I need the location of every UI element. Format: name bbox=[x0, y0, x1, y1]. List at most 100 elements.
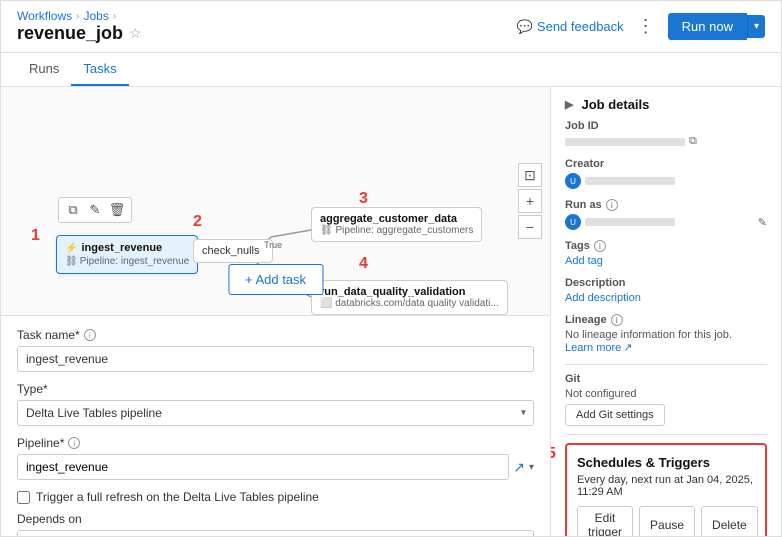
node-name: ingest_revenue bbox=[81, 242, 162, 254]
delete-task-icon[interactable]: 🗑 bbox=[108, 201, 126, 219]
add-git-settings-button[interactable]: Add Git settings bbox=[565, 404, 665, 426]
favorite-icon[interactable]: ☆ bbox=[129, 25, 142, 42]
breadcrumb-sep-2: › bbox=[113, 11, 116, 22]
git-not-configured-text: Not configured bbox=[565, 388, 767, 400]
task-name-label: Task name* i bbox=[17, 328, 534, 342]
description-item: Description Add description bbox=[565, 277, 767, 304]
right-panel: ▶ Job details Job ID ⧉ Creator U R bbox=[551, 87, 781, 536]
schedules-section: Schedules & Triggers Every day, next run… bbox=[565, 443, 767, 536]
schedules-title: Schedules & Triggers bbox=[577, 455, 755, 470]
job-id-label: Job ID bbox=[565, 120, 767, 132]
node-number-3: 3 bbox=[359, 190, 368, 208]
creator-avatar: U bbox=[565, 173, 581, 189]
depends-on-select[interactable]: Select task dependencies... bbox=[17, 530, 534, 536]
add-tag-button[interactable]: Add tag bbox=[565, 255, 603, 267]
learn-more-link[interactable]: Learn more ↗ bbox=[565, 341, 767, 354]
job-details-title: ▶ Job details bbox=[565, 97, 767, 112]
job-id-item: Job ID ⧉ bbox=[565, 120, 767, 148]
description-label: Description bbox=[565, 277, 767, 289]
pipeline-icon: ⚡ bbox=[65, 243, 77, 254]
run-now-group: Run now ▾ bbox=[668, 13, 765, 40]
lineage-text: No lineage information for this job. bbox=[565, 329, 767, 341]
run-now-dropdown-button[interactable]: ▾ bbox=[747, 15, 765, 38]
depends-on-label: Depends on bbox=[17, 512, 534, 526]
full-refresh-checkbox[interactable] bbox=[17, 491, 30, 504]
divider-1 bbox=[565, 364, 767, 365]
creator-name-bar bbox=[585, 177, 675, 185]
task-node-aggregate[interactable]: aggregate_customer_data ⛓ Pipeline: aggr… bbox=[311, 207, 482, 242]
tags-label: Tags i bbox=[565, 240, 767, 252]
more-options-button[interactable]: ⋮ bbox=[632, 13, 660, 41]
job-id-bar bbox=[565, 138, 685, 146]
schedules-text: Every day, next run at Jan 04, 2025, 11:… bbox=[577, 474, 755, 498]
task-name-input[interactable] bbox=[17, 346, 534, 372]
send-feedback-button[interactable]: 💬 Send feedback bbox=[517, 19, 624, 35]
node-name: run_data_quality_validation bbox=[320, 286, 499, 298]
run-as-name-bar bbox=[585, 218, 675, 226]
task-node-run-data-quality[interactable]: run_data_quality_validation ⬜ databricks… bbox=[311, 280, 508, 315]
task-name-info-icon[interactable]: i bbox=[84, 329, 96, 341]
add-description-button[interactable]: Add description bbox=[565, 292, 641, 304]
feedback-icon: 💬 bbox=[517, 19, 533, 35]
tags-info-icon[interactable]: i bbox=[594, 240, 606, 252]
node-sublabel: ⬜ databricks.com/data quality validati..… bbox=[320, 298, 499, 309]
edit-task-icon[interactable]: ✎ bbox=[86, 201, 104, 219]
type-select-wrap: Delta Live Tables pipeline ▾ bbox=[17, 400, 534, 426]
add-task-button[interactable]: + Add task bbox=[228, 264, 323, 295]
run-as-info-icon[interactable]: i bbox=[606, 199, 618, 211]
copy-job-id-icon[interactable]: ⧉ bbox=[689, 135, 697, 148]
breadcrumb-workflows[interactable]: Workflows bbox=[17, 9, 72, 23]
node-name: aggregate_customer_data bbox=[320, 213, 473, 225]
run-as-label: Run as i bbox=[565, 199, 767, 211]
edit-trigger-button[interactable]: Edit trigger bbox=[577, 506, 633, 536]
pipeline-link-icon[interactable]: ↗ bbox=[513, 459, 525, 476]
sublabel-icon: ⛓ bbox=[65, 256, 78, 267]
creator-item: Creator U bbox=[565, 158, 767, 189]
copy-task-icon[interactable]: ⧉ bbox=[64, 201, 82, 219]
checkbox-label: Trigger a full refresh on the Delta Live… bbox=[36, 490, 319, 504]
external-link-icon: ↗ bbox=[623, 341, 632, 354]
node-number-5: 5 bbox=[551, 445, 556, 463]
checkbox-row: Trigger a full refresh on the Delta Live… bbox=[17, 490, 534, 504]
tab-runs[interactable]: Runs bbox=[17, 53, 71, 86]
pipeline-input[interactable] bbox=[17, 454, 509, 480]
tabs-bar: Runs Tasks bbox=[1, 53, 781, 87]
pipeline-dropdown-icon[interactable]: ▾ bbox=[529, 462, 534, 473]
section-toggle-icon[interactable]: ▶ bbox=[565, 98, 573, 111]
breadcrumb-jobs[interactable]: Jobs bbox=[83, 9, 108, 23]
tab-tasks[interactable]: Tasks bbox=[71, 53, 128, 86]
node-sublabel: ⛓ Pipeline: ingest_revenue bbox=[65, 256, 189, 267]
lineage-label: Lineage i bbox=[565, 314, 767, 326]
sublabel-icon: ⛓ bbox=[320, 225, 333, 236]
tags-item: Tags i Add tag bbox=[565, 240, 767, 267]
node-toolbar: ⧉ ✎ 🗑 bbox=[58, 197, 132, 223]
pipeline-info-icon[interactable]: i bbox=[68, 437, 80, 449]
run-as-value: U ✎ bbox=[565, 214, 767, 230]
node-name: check_nulls bbox=[202, 245, 264, 257]
creator-label: Creator bbox=[565, 158, 767, 170]
breadcrumb-sep-1: › bbox=[76, 11, 79, 22]
zoom-fit-button[interactable]: ⊡ bbox=[518, 163, 542, 187]
type-label: Type* bbox=[17, 382, 534, 396]
node-number-4: 4 bbox=[359, 255, 368, 273]
run-as-edit-icon[interactable]: ✎ bbox=[758, 216, 767, 229]
task-node-check-nulls[interactable]: check_nulls bbox=[193, 239, 273, 263]
tags-value: Add tag bbox=[565, 255, 767, 267]
task-node-ingest-revenue[interactable]: ⚡ ingest_revenue ⛓ Pipeline: ingest_reve… bbox=[56, 235, 198, 274]
canvas-controls: ⊡ + − bbox=[518, 163, 542, 239]
description-value: Add description bbox=[565, 292, 767, 304]
delete-schedule-button[interactable]: Delete bbox=[701, 506, 758, 536]
type-select[interactable]: Delta Live Tables pipeline bbox=[17, 400, 534, 426]
pause-button[interactable]: Pause bbox=[639, 506, 695, 536]
lineage-info-icon[interactable]: i bbox=[611, 314, 623, 326]
creator-value: U bbox=[565, 173, 767, 189]
task-canvas: ⧉ ✎ 🗑 ⚡ ingest_revenue ⛓ Pipeline: inges… bbox=[1, 87, 550, 316]
zoom-out-button[interactable]: − bbox=[518, 215, 542, 239]
node-number-2: 2 bbox=[193, 213, 202, 231]
page-title: revenue_job bbox=[17, 23, 123, 44]
run-now-button[interactable]: Run now bbox=[668, 13, 747, 40]
git-section: Git Not configured Add Git settings bbox=[565, 373, 767, 426]
zoom-in-button[interactable]: + bbox=[518, 189, 542, 213]
git-label: Git bbox=[565, 373, 767, 385]
job-id-value: ⧉ bbox=[565, 135, 767, 148]
